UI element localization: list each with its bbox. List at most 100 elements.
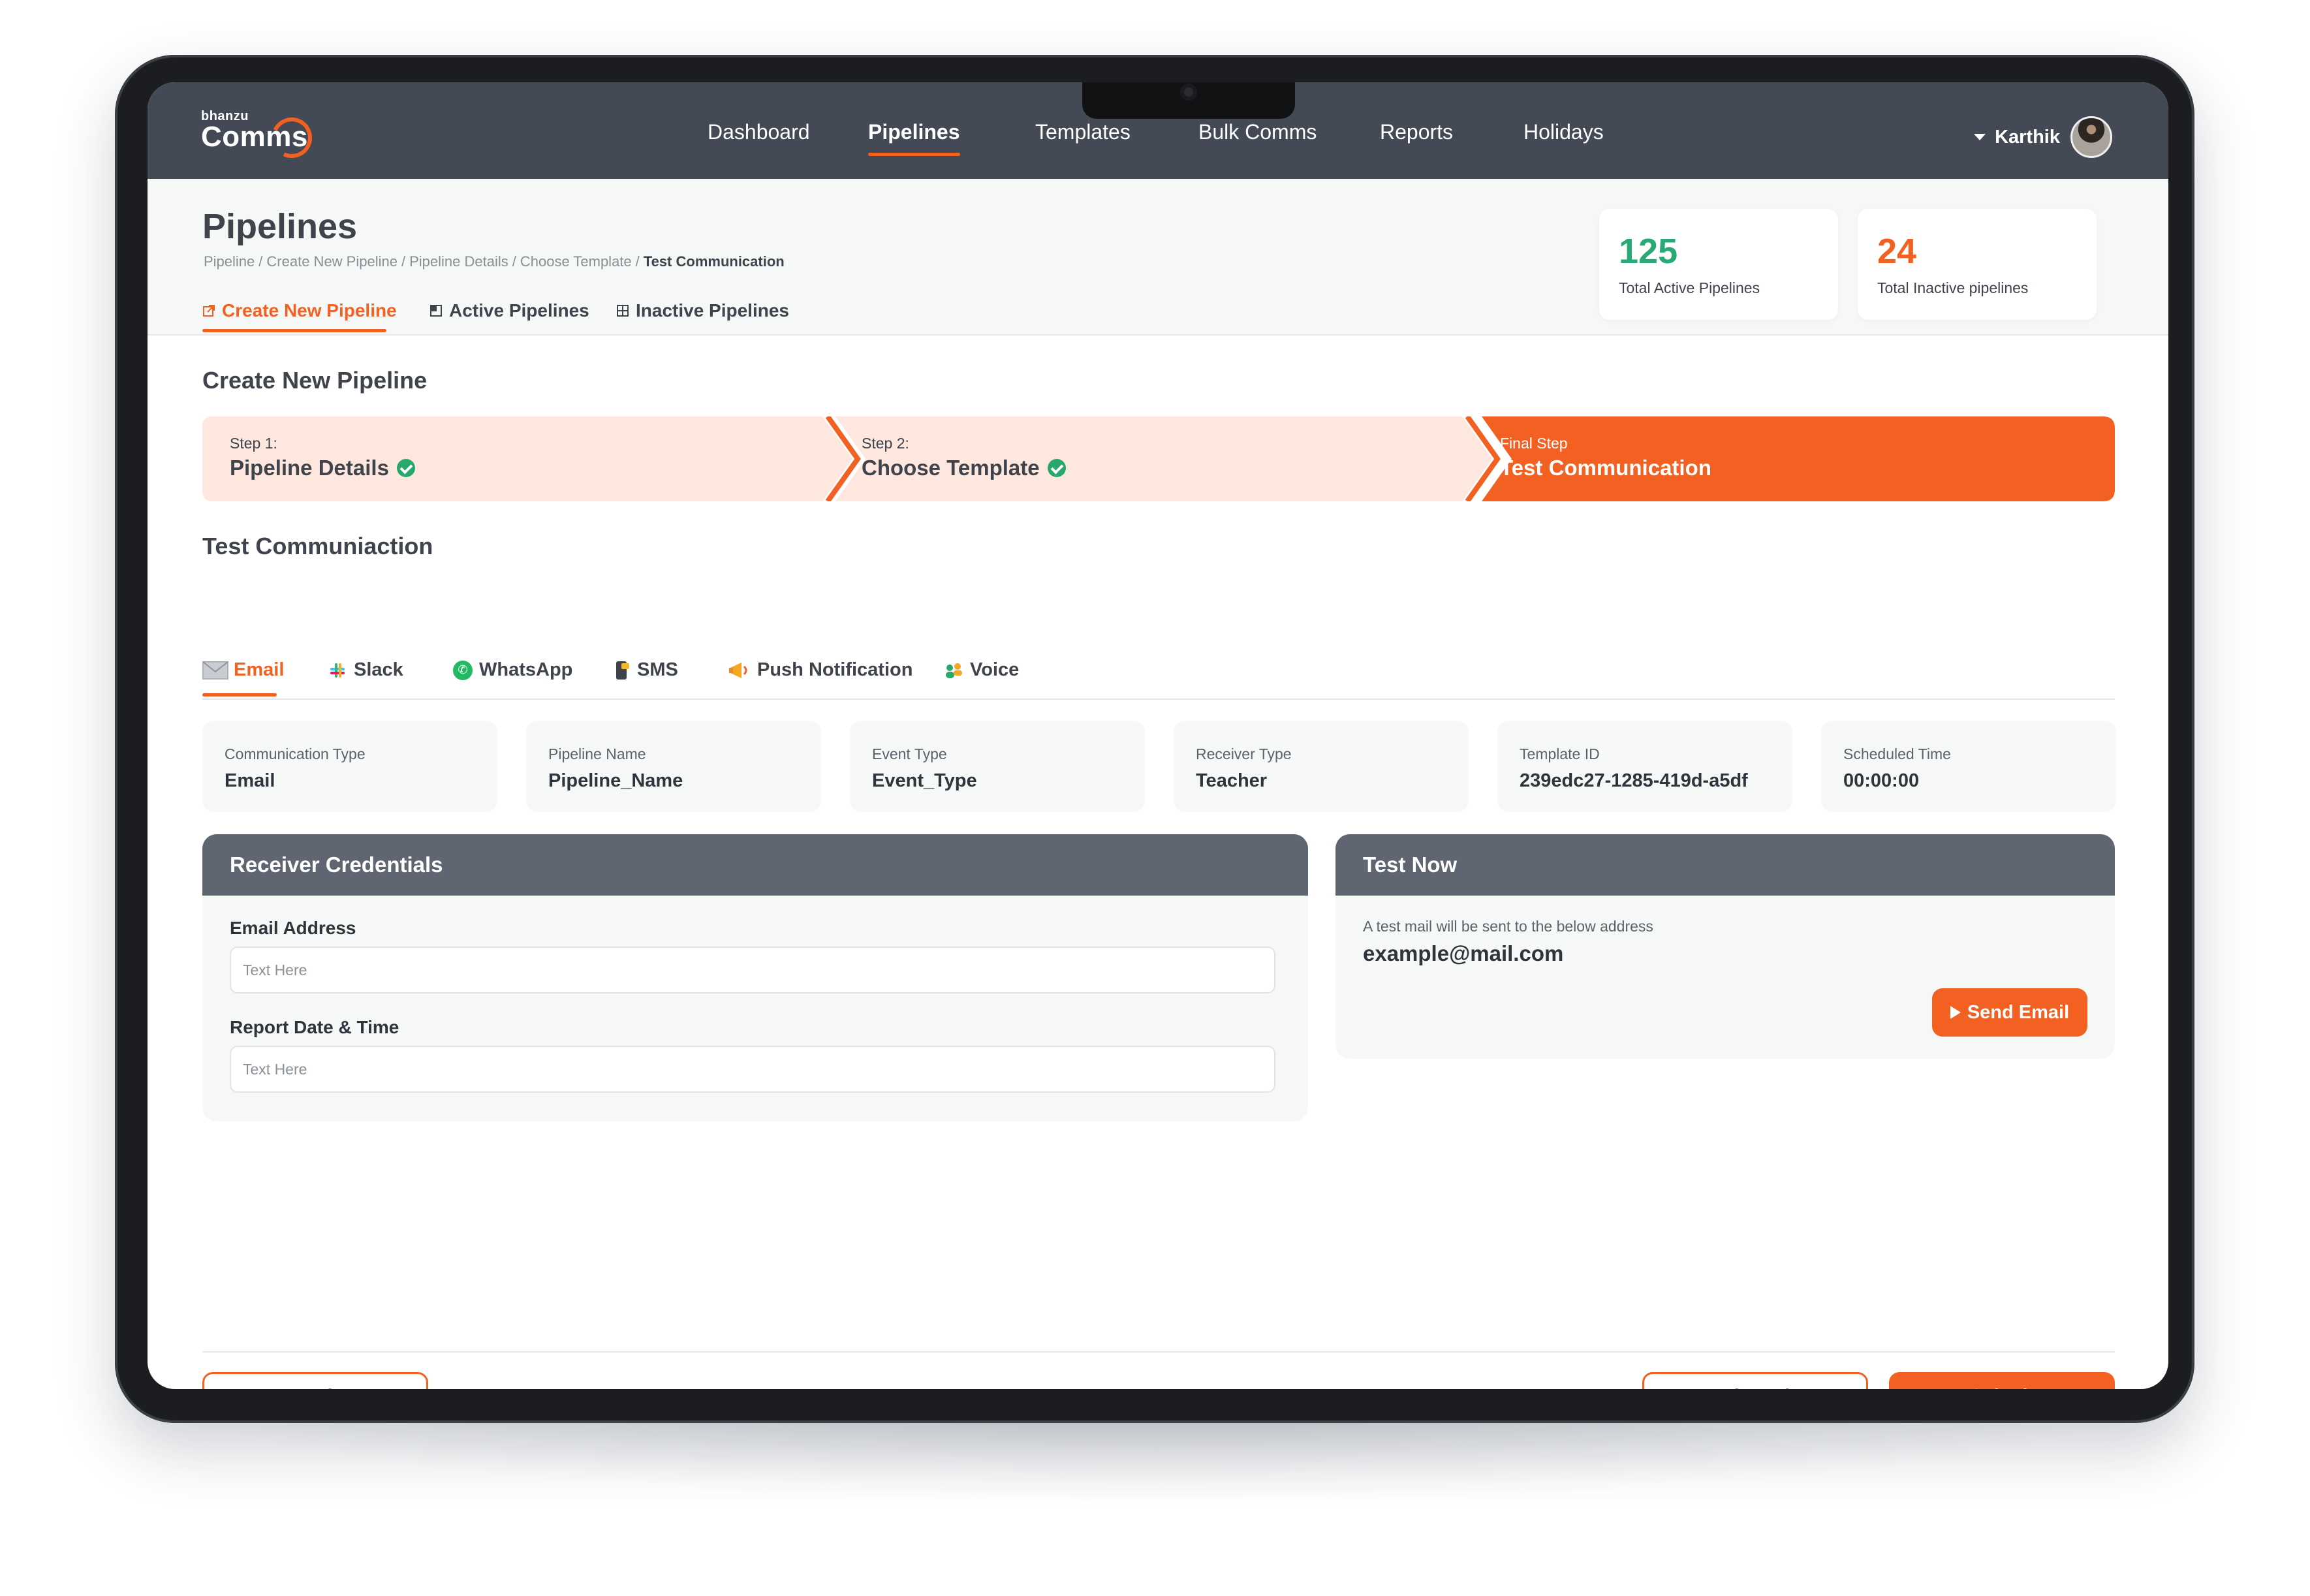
step-choose-template[interactable]: Step 2: Choose Template: [862, 416, 1475, 501]
user-name: Karthik: [1995, 126, 2060, 148]
tab-slack[interactable]: Slack: [328, 659, 403, 681]
page-title: Pipelines: [202, 207, 358, 246]
section-title-test: Test Communiaction: [202, 533, 433, 559]
test-now-panel: Test Now A test mail will be sent to the…: [1335, 834, 2115, 1059]
breadcrumb-item[interactable]: Pipeline Details: [409, 253, 508, 270]
stat-label: Total Inactive pipelines: [1877, 279, 2029, 296]
tab-label: SMS: [637, 659, 678, 680]
nav-reports[interactable]: Reports: [1380, 120, 1453, 144]
info-label: Template ID: [1520, 745, 1600, 762]
stat-card-active: 125 Total Active Pipelines: [1599, 209, 1838, 320]
tab-label: Voice: [970, 659, 1020, 680]
nav-active-underline: [868, 153, 960, 156]
send-icon: [1950, 1006, 1961, 1019]
tab-label: Inactive Pipelines: [636, 300, 789, 321]
panel-title: Receiver Credentials: [202, 834, 1308, 896]
info-label: Event Type: [872, 745, 947, 762]
discard-button[interactable]: Discard: [1642, 1372, 1868, 1389]
inactive-pipelines-icon: [617, 305, 629, 317]
step-name: Test Communication: [1500, 456, 1711, 480]
nav-pipelines-label: Pipelines: [868, 120, 960, 144]
voice-people-icon: [946, 663, 962, 678]
step-pipeline-details[interactable]: Step 1: Pipeline Details: [202, 416, 829, 501]
tab-inactive-pipelines[interactable]: Inactive Pipelines: [616, 300, 789, 321]
envelope-icon: [202, 661, 228, 680]
megaphone-icon: [729, 662, 747, 678]
step-name: Pipeline Details: [230, 456, 415, 480]
page-header: Pipelines Pipeline / Create New Pipeline / P…: [148, 179, 2168, 336]
check-circle-icon: [1047, 459, 1066, 477]
tab-create-new-pipeline[interactable]: Create New Pipeline: [202, 300, 397, 332]
nav-dashboard[interactable]: Dashboard: [708, 120, 810, 144]
email-address-input[interactable]: [230, 947, 1275, 994]
tab-active-underline: [202, 329, 386, 332]
stat-value: 24: [1877, 232, 1917, 271]
info-card-pipeline-name: Pipeline Name Pipeline_Name: [526, 721, 821, 812]
email-address-label: Email Address: [230, 918, 356, 938]
step-test-communication[interactable]: Final Step Test Communication: [1500, 416, 2087, 501]
tab-label: Email: [234, 659, 285, 680]
sms-phone-icon: [616, 661, 629, 680]
step-name: Choose Template: [862, 456, 1066, 480]
whatsapp-icon: ✆: [453, 660, 473, 680]
test-note: A test mail will be sent to the below ad…: [1363, 918, 1653, 935]
nav-bulk-comms[interactable]: Bulk Comms: [1198, 120, 1317, 144]
breadcrumb-item[interactable]: Choose Template: [520, 253, 632, 270]
submit-button[interactable]: Submit: [1889, 1372, 2115, 1389]
info-value: Event_Type: [872, 770, 977, 791]
back-button[interactable]: Back: [202, 1372, 428, 1389]
tab-active-pipelines[interactable]: Active Pipelines: [429, 300, 589, 321]
active-pipelines-icon: [430, 305, 442, 317]
tab-sms[interactable]: SMS: [614, 659, 678, 681]
nav-holidays[interactable]: Holidays: [1523, 120, 1604, 144]
report-date-input[interactable]: [230, 1046, 1275, 1093]
screen: bhanzu Comms Dashboard Pipelines Templat…: [148, 82, 2168, 1389]
send-email-button[interactable]: Send Email: [1932, 988, 2087, 1037]
create-icon: [203, 305, 215, 317]
info-card-receiver-type: Receiver Type Teacher: [1174, 721, 1469, 812]
pipeline-stepper: Step 1: Pipeline Details Step 2: Choose …: [202, 416, 2115, 501]
info-value: Pipeline_Name: [548, 770, 683, 791]
breadcrumb-item[interactable]: Create New Pipeline: [266, 253, 398, 270]
report-date-label: Report Date & Time: [230, 1017, 399, 1037]
info-value: 239edc27-1285-419d-a5df: [1520, 770, 1748, 791]
stat-label: Total Active Pipelines: [1619, 279, 1760, 296]
info-value: 00:00:00: [1843, 770, 1920, 791]
stat-card-inactive: 24 Total Inactive pipelines: [1858, 209, 2097, 320]
channel-tabs: Email Slack ✆ WhatsApp SMS Push Notifica…: [202, 654, 2115, 700]
send-email-label: Send Email: [1967, 1001, 2070, 1023]
step-name-text: Pipeline Details: [230, 456, 389, 480]
nav-templates[interactable]: Templates: [1035, 120, 1131, 144]
user-menu[interactable]: Karthik: [1974, 116, 2112, 158]
camera-notch: [1082, 82, 1295, 119]
tab-label: Slack: [354, 659, 403, 680]
camera-icon: [1180, 84, 1197, 101]
step-label: Final Step: [1500, 435, 1568, 452]
nav-pipelines[interactable]: Pipelines: [868, 120, 960, 156]
info-label: Pipeline Name: [548, 745, 646, 762]
laptop-frame: bhanzu Comms Dashboard Pipelines Templat…: [115, 55, 2194, 1423]
info-card-communication-type: Communication Type Email: [202, 721, 497, 812]
breadcrumb-current: Test Communication: [643, 253, 785, 270]
main-nav: Dashboard Pipelines Templates Bulk Comms…: [148, 120, 2168, 159]
step-label: Step 2:: [862, 435, 909, 452]
panel-title: Test Now: [1335, 834, 2115, 896]
tab-active-underline: [202, 693, 277, 696]
tab-label: Create New Pipeline: [222, 300, 397, 321]
tab-push-notification[interactable]: Push Notification: [728, 659, 913, 681]
tab-email[interactable]: Email: [202, 659, 285, 696]
tab-voice[interactable]: Voice: [944, 659, 1019, 681]
info-label: Scheduled Time: [1843, 745, 1951, 762]
info-value: Teacher: [1196, 770, 1268, 791]
footer-divider: [202, 1351, 2115, 1353]
breadcrumb: Pipeline / Create New Pipeline / Pipeline De…: [204, 253, 785, 270]
info-card-scheduled-time: Scheduled Time 00:00:00: [1821, 721, 2116, 812]
breadcrumb-item[interactable]: Pipeline: [204, 253, 255, 270]
info-card-event-type: Event Type Event_Type: [850, 721, 1145, 812]
step-name-text: Choose Template: [862, 456, 1040, 480]
caret-down-icon: [1974, 134, 1986, 140]
info-value: Email: [225, 770, 275, 791]
section-title-create: Create New Pipeline: [202, 367, 428, 394]
receiver-credentials-panel: Receiver Credentials Email Address Repor…: [202, 834, 1308, 1121]
tab-whatsapp[interactable]: ✆ WhatsApp: [453, 659, 572, 681]
